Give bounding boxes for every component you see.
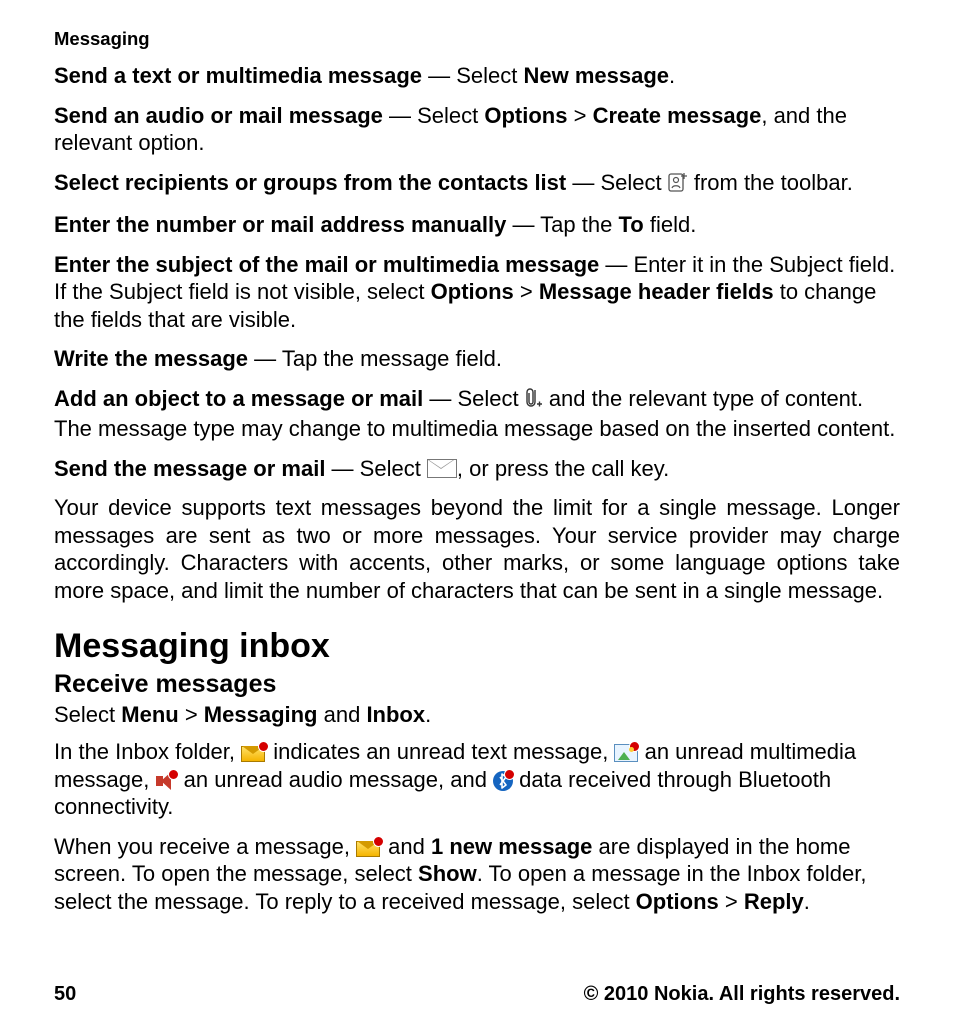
text: and (318, 702, 367, 727)
contacts-icon (668, 171, 688, 200)
lead: Send an audio or mail message (54, 103, 383, 128)
unread-text-icon (241, 744, 267, 762)
lead: Enter the subject of the mail or multime… (54, 252, 599, 277)
para-long-messages: Your device supports text messages beyon… (54, 494, 900, 604)
bold: Reply (744, 889, 804, 914)
bold: Show (418, 861, 477, 886)
text: field. (644, 212, 697, 237)
text: from the toolbar. (688, 170, 853, 195)
text: — Select (566, 170, 667, 195)
text: . (425, 702, 431, 727)
bold: Inbox (366, 702, 425, 727)
para-send-audio-mail: Send an audio or mail message — Select O… (54, 102, 900, 157)
text: — Select (423, 386, 524, 411)
page-footer: 50 © 2010 Nokia. All rights reserved. (54, 983, 900, 1006)
bold: Message header fields (539, 279, 774, 304)
copyright: © 2010 Nokia. All rights reserved. (584, 983, 900, 1006)
para-enter-subject: Enter the subject of the mail or multime… (54, 251, 900, 334)
gt: > (179, 702, 204, 727)
envelope-icon (427, 459, 457, 478)
text: . (804, 889, 810, 914)
lead: Write the message (54, 346, 248, 371)
heading-receive-messages: Receive messages (54, 669, 900, 699)
bold: Create message (593, 103, 762, 128)
text: an unread audio message, and (178, 767, 494, 792)
lead: Send the message or mail (54, 456, 325, 481)
bold: 1 new message (431, 834, 592, 859)
bold: Menu (121, 702, 178, 727)
para-inbox-icons: In the Inbox folder, indicates an unread… (54, 738, 900, 821)
bold: Messaging (204, 702, 318, 727)
text: — Tap the message field. (248, 346, 502, 371)
para-select-recipients: Select recipients or groups from the con… (54, 169, 900, 200)
new-message-icon (356, 839, 382, 857)
unread-mms-icon (614, 744, 638, 762)
para-select-inbox: Select Menu > Messaging and Inbox. (54, 701, 900, 729)
lead: Send a text or multimedia message (54, 63, 422, 88)
gt: > (514, 279, 539, 304)
gt: > (567, 103, 592, 128)
text: In the Inbox folder, (54, 739, 241, 764)
lead: Enter the number or mail address manuall… (54, 212, 506, 237)
lead: Select recipients or groups from the con… (54, 170, 566, 195)
bold: Options (636, 889, 719, 914)
bold: Options (484, 103, 567, 128)
text: Select (54, 702, 121, 727)
text: — Select (325, 456, 426, 481)
text: . (669, 63, 675, 88)
heading-messaging-inbox: Messaging inbox (54, 626, 900, 667)
page-number: 50 (54, 983, 76, 1006)
bold: To (618, 212, 643, 237)
para-send-text-mms: Send a text or multimedia message — Sele… (54, 62, 900, 90)
para-send: Send the message or mail — Select , or p… (54, 455, 900, 483)
para-enter-number: Enter the number or mail address manuall… (54, 211, 900, 239)
text: — Select (383, 103, 484, 128)
text: indicates an unread text message, (267, 739, 614, 764)
para-new-message: When you receive a message, and 1 new me… (54, 833, 900, 916)
unread-audio-icon (156, 772, 178, 790)
attachment-icon (525, 387, 543, 416)
gt: > (719, 889, 744, 914)
document-page: Messaging Send a text or multimedia mess… (0, 0, 954, 1036)
bluetooth-icon (493, 771, 513, 791)
bold: New message (524, 63, 670, 88)
running-header: Messaging (54, 28, 900, 50)
lead: Add an object to a message or mail (54, 386, 423, 411)
para-write-message: Write the message — Tap the message fiel… (54, 345, 900, 373)
text: and (382, 834, 431, 859)
text: When you receive a message, (54, 834, 356, 859)
text: — Select (422, 63, 523, 88)
para-add-object: Add an object to a message or mail — Sel… (54, 385, 900, 443)
bold: Options (431, 279, 514, 304)
text: , or press the call key. (457, 456, 669, 481)
text: — Tap the (506, 212, 618, 237)
